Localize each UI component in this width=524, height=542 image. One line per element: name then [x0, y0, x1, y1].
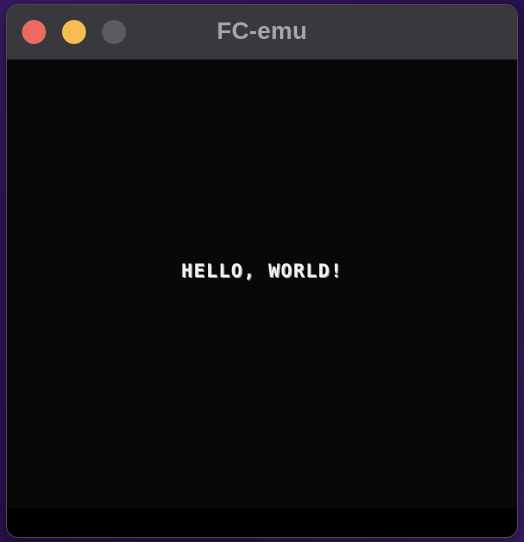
bottom-strip: [7, 508, 517, 537]
window-title: FC-emu: [216, 18, 308, 45]
screen-text: HELLO, WORLD!: [181, 260, 343, 282]
emulator-screen[interactable]: HELLO, WORLD!: [7, 60, 517, 508]
title-bar[interactable]: FC-emu: [7, 5, 517, 60]
emulator-window: FC-emu HELLO, WORLD!: [7, 5, 517, 537]
